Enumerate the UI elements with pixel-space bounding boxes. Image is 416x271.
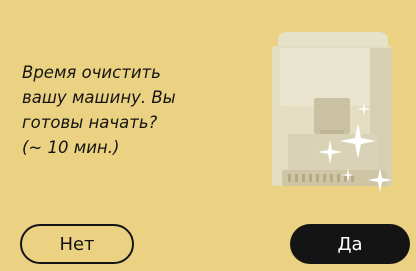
yes-button[interactable]: Да: [290, 224, 410, 264]
cleaning-prompt-message: Время очистить вашу машину. Вы готовы на…: [22, 60, 222, 160]
descale-prompt-screen: Время очистить вашу машину. Вы готовы на…: [0, 0, 416, 271]
machine-front-upper: [280, 48, 382, 106]
spout-housing: [314, 98, 350, 134]
message-line: (~ 10 мин.): [22, 138, 120, 157]
message-line: вашу машину. Вы: [22, 88, 176, 107]
message-line: готовы начать?: [22, 113, 158, 132]
message-line: Время очистить: [22, 63, 161, 82]
no-button[interactable]: Нет: [20, 224, 134, 264]
machine-top-lid: [278, 32, 388, 48]
coffee-machine-sparkle-icon: [272, 32, 392, 192]
